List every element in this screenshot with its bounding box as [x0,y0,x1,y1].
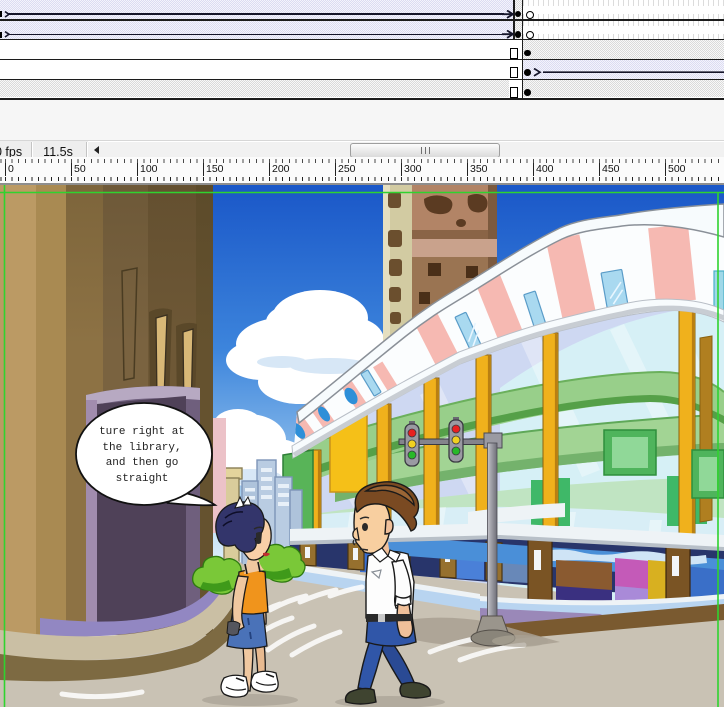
svg-text:straight: straight [116,473,169,485]
svg-text:and then go: and then go [106,457,179,469]
svg-text:ture right at: ture right at [99,426,185,438]
svg-text:the library,: the library, [102,442,181,454]
